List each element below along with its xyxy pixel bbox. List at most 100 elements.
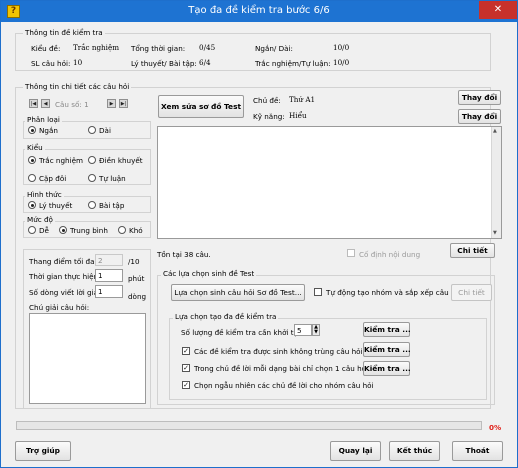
check-one-per-type-button[interactable]: Kiểm tra ... [363, 361, 411, 376]
theory-practice-label: Lý thuyết/ Bài tập: [131, 59, 197, 68]
dialog-window: ? Tạo đa đề kiểm tra bước 6/6 ✕ Thông ti… [0, 0, 518, 468]
last-question-icon[interactable]: ▶| [119, 99, 128, 108]
kind-title: Kiểu [25, 143, 45, 152]
kind-fill-radio[interactable] [88, 156, 96, 164]
generation-detail-button[interactable]: Chi tiết [451, 284, 492, 301]
option-one-per-type-checkbox[interactable]: ✓ [182, 364, 190, 372]
progress-bar [16, 421, 482, 430]
fixed-content-label: Cố định nội dung [359, 250, 421, 259]
detail-group-title: Thông tin chi tiết các câu hỏi [23, 82, 132, 91]
kind-fill-label: Điền khuyết [99, 156, 143, 165]
level-medium-radio[interactable] [59, 226, 67, 234]
level-title: Mức độ [25, 215, 55, 224]
auto-group-label: Tự động tạo nhóm và sắp xếp câu hỏi [326, 288, 462, 297]
topic-label: Chủ đề: [253, 96, 281, 105]
exists-count-text: Tồn tại 38 câu. [157, 250, 211, 259]
lines-unit: dòng [128, 292, 147, 301]
theory-practice-value: 6/4 [199, 58, 211, 67]
test-count-label: Số lượng đề kiểm tra cần khởi tạo [181, 328, 303, 337]
test-type-label: Kiểu đề: [31, 44, 61, 53]
level-hard-label: Khó [129, 226, 143, 235]
level-easy-label: Dễ [39, 226, 49, 235]
total-time-value: 0/45 [199, 43, 216, 52]
choose-generation-button[interactable]: Lựa chọn sinh câu hỏi Sơ đồ Test... [171, 284, 305, 301]
test-info-title: Thông tin đề kiểm tra [23, 28, 105, 37]
lines-input[interactable]: 1 [95, 285, 123, 298]
auto-group-checkbox[interactable] [314, 288, 322, 296]
exit-button[interactable]: Thoát [452, 441, 503, 461]
time-unit: phút [128, 274, 145, 283]
category-long-radio[interactable] [88, 126, 96, 134]
test-count-input[interactable]: 5 [294, 324, 312, 336]
close-icon[interactable]: ✕ [479, 1, 517, 19]
first-question-icon[interactable]: |◀ [29, 99, 38, 108]
test-type-value: Trắc nghiệm [73, 43, 120, 52]
check-no-duplicate-button[interactable]: Kiểm tra ... [363, 342, 411, 357]
kind-essay-label: Tự luận [99, 174, 126, 183]
category-short-radio[interactable] [28, 126, 36, 134]
form-title: Hình thức [25, 190, 64, 199]
question-content-area[interactable] [157, 126, 502, 239]
form-theory-label: Lý thuyết [39, 201, 73, 210]
topic-value: Thứ A1 [289, 95, 316, 104]
kind-mc-label: Trắc nghiệm [39, 156, 84, 165]
question-number-label: Câu số: 1 [55, 100, 89, 109]
note-label: Chú giải câu hỏi: [29, 303, 90, 312]
mc-essay-value: 10/0 [333, 58, 350, 67]
test-count-spinner[interactable]: ▲ ▼ [312, 324, 320, 336]
note-textarea[interactable] [29, 313, 146, 404]
time-input[interactable]: 1 [95, 269, 123, 282]
view-test-diagram-button[interactable]: Xem sửa sơ đồ Test [158, 95, 244, 118]
form-theory-radio[interactable] [28, 201, 36, 209]
title-bar: ? Tạo đa đề kiểm tra bước 6/6 ✕ [1, 1, 517, 22]
option-one-per-type-label: Trong chủ đề lời mỗi dạng bài chỉ chọn 1… [194, 364, 369, 373]
progress-percent: 0% [489, 423, 502, 432]
finish-button[interactable]: Kết thúc [389, 441, 440, 461]
check-count-button[interactable]: Kiểm tra ... [363, 322, 411, 337]
max-score-label: Thang điểm tối đa: [29, 257, 97, 266]
help-button[interactable]: Trợ giúp [15, 441, 71, 461]
next-question-icon[interactable]: ▶ [107, 99, 116, 108]
category-title: Phân loại [25, 115, 62, 124]
mc-essay-label: Trắc nghiệm/Tự luận: [255, 59, 331, 68]
prev-question-icon[interactable]: ◀ [41, 99, 50, 108]
test-info-group [15, 33, 491, 71]
level-medium-label: Trung bình [70, 226, 108, 235]
question-count-label: SL câu hỏi: [31, 59, 71, 68]
max-score-suffix: /10 [128, 257, 140, 266]
category-short-label: Ngắn [39, 126, 58, 135]
change-skill-button[interactable]: Thay đổi [458, 109, 501, 124]
kind-essay-radio[interactable] [88, 174, 96, 182]
generation-title: Các lựa chọn sinh đề Test [161, 269, 257, 278]
scroll-down-icon[interactable]: ▼ [493, 230, 497, 236]
form-practice-label: Bài tập [99, 201, 125, 210]
multi-test-title: Lựa chọn tạo đa đề kiểm tra [173, 312, 279, 321]
time-label: Thời gian thực hiện: [29, 272, 101, 281]
option-random-topic-checkbox[interactable]: ✓ [182, 381, 190, 389]
question-count-value: 10 [73, 58, 83, 67]
short-long-label: Ngắn/ Dài: [255, 44, 293, 53]
change-topic-button[interactable]: Thay đổi [458, 90, 501, 105]
max-score-input[interactable]: 2 [95, 254, 123, 266]
level-easy-radio[interactable] [28, 226, 36, 234]
category-long-label: Dài [99, 126, 111, 135]
option-no-duplicate-label: Các đề kiểm tra được sinh không trùng câ… [194, 347, 363, 356]
window-title: Tạo đa đề kiểm tra bước 6/6 [188, 5, 330, 16]
back-button[interactable]: Quay lại [330, 441, 381, 461]
kind-pair-label: Cặp đôi [39, 174, 67, 183]
fixed-content-checkbox[interactable] [347, 249, 355, 257]
option-random-topic-label: Chọn ngẫu nhiên các chủ đề lời cho nhóm … [194, 381, 374, 390]
form-practice-radio[interactable] [88, 201, 96, 209]
content-scrollbar[interactable] [491, 127, 501, 238]
scroll-up-icon[interactable]: ▲ [493, 128, 497, 134]
lines-label: Số dòng viết lời giải: [29, 288, 103, 297]
skill-value: Hiểu [289, 111, 307, 120]
option-no-duplicate-checkbox[interactable]: ✓ [182, 347, 190, 355]
kind-mc-radio[interactable] [28, 156, 36, 164]
short-long-value: 10/0 [333, 43, 350, 52]
question-detail-button[interactable]: Chi tiết [450, 243, 495, 258]
level-hard-radio[interactable] [118, 226, 126, 234]
skill-label: Kỹ năng: [253, 112, 285, 121]
total-time-label: Tổng thời gian: [131, 44, 186, 53]
kind-pair-radio[interactable] [28, 174, 36, 182]
